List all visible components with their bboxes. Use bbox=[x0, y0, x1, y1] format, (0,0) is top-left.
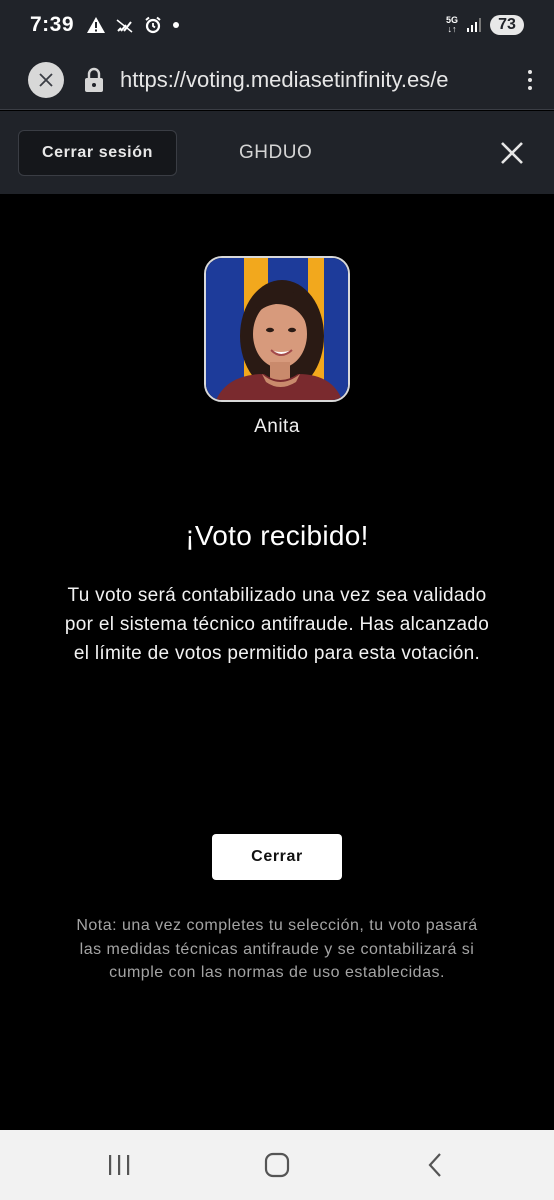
network-type: 5G ↓↑ bbox=[445, 15, 458, 34]
battery-indicator: 73 bbox=[490, 15, 524, 35]
page-title: GHDUO bbox=[239, 141, 313, 163]
security-indicator[interactable] bbox=[84, 67, 104, 93]
lock-icon bbox=[85, 67, 103, 92]
dot-icon bbox=[173, 22, 180, 28]
status-right: 5G ↓↑ 73 bbox=[446, 15, 524, 35]
status-bar: 7:39 5G ↓↑ 73 bbox=[0, 0, 554, 50]
app-header: Cerrar sesión GHDUO bbox=[0, 111, 554, 194]
confirmation-message: Tu voto será contabilizado una vez sea v… bbox=[64, 585, 490, 664]
candidate-name: Anita bbox=[254, 416, 300, 437]
confirmation-title: ¡Voto recibido! bbox=[185, 520, 369, 551]
url-field[interactable]: https://voting.mediasetinfinity.es/e bbox=[120, 67, 470, 93]
home-button[interactable] bbox=[247, 1140, 307, 1190]
candidate-avatar bbox=[204, 256, 350, 402]
alarm-icon bbox=[145, 16, 161, 34]
system-nav-bar bbox=[0, 1130, 554, 1200]
signal-bars-icon bbox=[467, 18, 481, 32]
close-tab-button[interactable] bbox=[28, 61, 64, 98]
more-vert-icon[interactable] bbox=[522, 64, 538, 96]
recent-apps-button[interactable] bbox=[89, 1140, 149, 1190]
close-voting-button[interactable] bbox=[500, 141, 524, 165]
vote-confirmation: Anita ¡Voto recibido! Tu voto será conta… bbox=[0, 194, 554, 1130]
close-icon bbox=[501, 141, 523, 164]
logout-button[interactable]: Cerrar sesión bbox=[18, 129, 177, 176]
antifraud-note: Nota: una vez completes tu selección, tu… bbox=[76, 917, 478, 981]
status-time: 7:39 bbox=[30, 13, 75, 36]
close-icon bbox=[39, 72, 53, 87]
warning-icon bbox=[87, 17, 106, 33]
back-button[interactable] bbox=[405, 1140, 465, 1190]
recent-apps-icon bbox=[109, 1155, 130, 1175]
no-signal-icon bbox=[116, 19, 133, 33]
home-icon bbox=[264, 1152, 290, 1178]
browser-url-bar: https://voting.mediasetinfinity.es/e bbox=[0, 50, 554, 110]
status-left-icons bbox=[86, 16, 180, 34]
close-button[interactable]: Cerrar bbox=[212, 834, 342, 880]
candidate-photo bbox=[206, 258, 348, 400]
back-icon bbox=[428, 1153, 441, 1177]
